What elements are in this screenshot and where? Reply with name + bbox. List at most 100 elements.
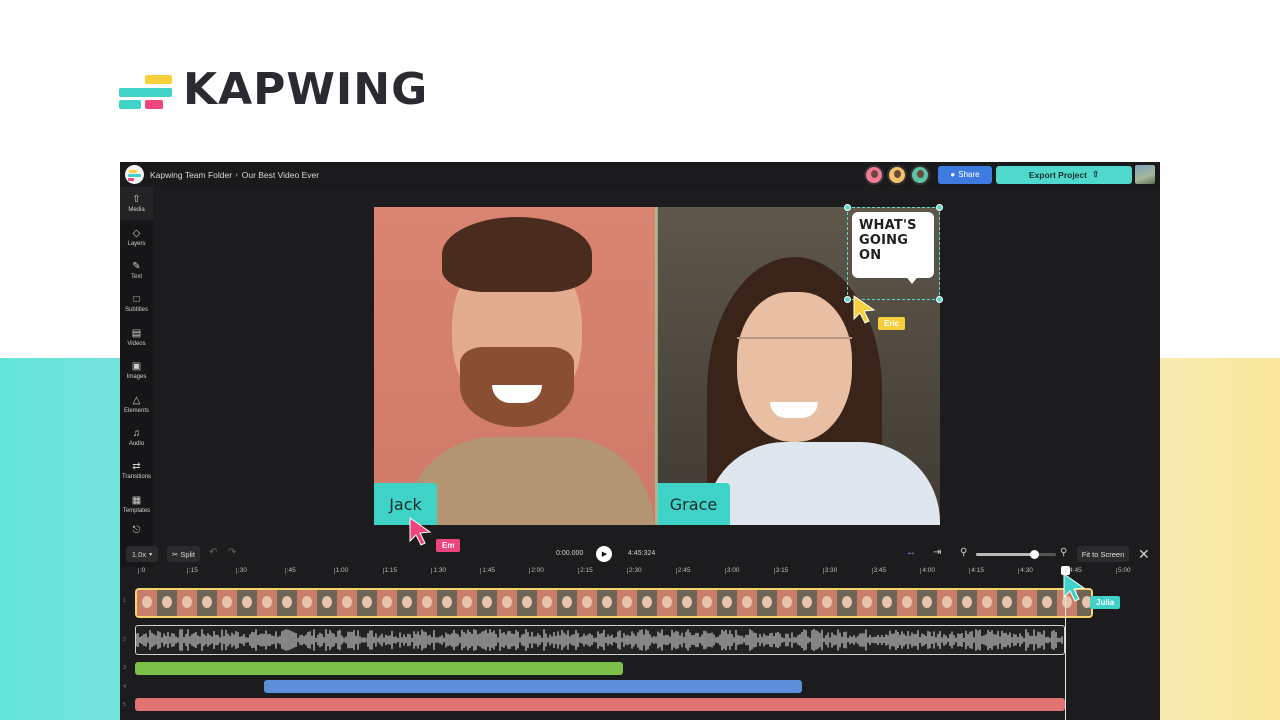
zoom-slider-knob[interactable] — [1029, 550, 1039, 559]
video-frame-thumbnail — [337, 590, 357, 616]
video-frame-thumbnail — [957, 590, 977, 616]
ruler-tick-label: 3:45 — [871, 567, 887, 574]
track-number: 4 — [123, 684, 127, 690]
sidebar-item-media[interactable]: ⇧ Media — [120, 187, 153, 221]
fit-width-icon[interactable]: ⇥ — [933, 547, 941, 558]
snap-icon[interactable]: ↔ — [906, 547, 916, 558]
video-frame-thumbnail — [597, 590, 617, 616]
collaborator-avatar[interactable] — [864, 164, 884, 185]
video-frame-thumbnail — [997, 590, 1017, 616]
export-icon: ⇧ — [1091, 169, 1100, 179]
video-frame-thumbnail — [157, 590, 177, 616]
video-frame-thumbnail — [917, 590, 937, 616]
sidebar-item-text[interactable]: ✎ Text — [120, 254, 153, 287]
ruler-tick-label: 2:15 — [578, 567, 593, 574]
close-timeline-icon[interactable]: ✕ — [1138, 546, 1150, 562]
name-tag-grace[interactable]: Grace — [657, 483, 730, 525]
collaborator-avatar[interactable] — [887, 164, 907, 185]
sidebar: ⇧ Media ◇ Layers ✎ Text □ Subtitles ▤ Vi… — [120, 187, 153, 567]
ruler-tick-label: 2:30 — [627, 567, 642, 574]
share-label: Share — [958, 170, 980, 179]
video-left-jack[interactable]: Jack — [374, 207, 657, 525]
breadcrumb-separator: › — [235, 170, 238, 179]
video-frame-thumbnail — [757, 590, 777, 616]
video-frame-thumbnail — [137, 590, 157, 616]
cursor-label-eric: Eric — [878, 317, 906, 330]
sidebar-item-layers[interactable]: ◇ Layers — [120, 220, 153, 253]
sidebar-item-transitions[interactable]: ⇄ Transitions — [120, 454, 153, 487]
video-frame-thumbnail — [657, 590, 677, 616]
sidebar-item-videos[interactable]: ▤ Videos — [120, 321, 153, 354]
video-frame-thumbnail — [637, 590, 657, 616]
sidebar-item-elements[interactable]: △ Elements — [120, 387, 153, 420]
team-folder-icon[interactable] — [125, 165, 144, 184]
fit-to-screen-button[interactable]: Fit to Screen — [1077, 546, 1129, 562]
track-number: 5 — [123, 702, 127, 708]
sidebar-label: Templates — [122, 507, 151, 514]
video-frame-thumbnail — [897, 590, 917, 616]
timeline-ruler[interactable]: :0:15:30:45 1:00 1:15 1:30 1:45 2:00 2:15 2:30 2… — [120, 567, 1160, 579]
resize-handle[interactable] — [844, 204, 851, 211]
video-frame-thumbnail — [417, 590, 437, 616]
video-frame-thumbnail — [257, 590, 277, 616]
video-frame-thumbnail — [317, 590, 337, 616]
audio-waveform — [136, 629, 1063, 651]
zoom-slider[interactable] — [976, 550, 1056, 559]
zoom-slider-fill — [976, 553, 1034, 556]
video-frame-thumbnail — [357, 590, 377, 616]
cursor-eric-icon — [853, 295, 876, 324]
redo-icon[interactable]: ↷ — [228, 547, 236, 558]
sidebar-item-plugins[interactable]: ⎋ — [120, 521, 153, 541]
breadcrumb-project[interactable]: Our Best Video Ever — [242, 170, 319, 180]
audio-waveform-track[interactable] — [135, 625, 1065, 655]
sidebar-item-images[interactable]: ▣ Images — [120, 354, 153, 387]
ruler-tick-label: 3:00 — [724, 567, 740, 574]
play-button[interactable]: ▶ — [596, 546, 612, 562]
export-project-button[interactable]: Export Project ⇧ — [996, 165, 1132, 184]
split-button[interactable]: ✂ Split — [167, 546, 200, 562]
ruler-tick-label: 3:15 — [773, 567, 789, 574]
sidebar-item-subtitles[interactable]: □ Subtitles — [120, 287, 153, 320]
top-bar: Kapwing Team Folder › Our Best Video Eve… — [120, 162, 1160, 187]
speech-bubble-tail — [904, 274, 920, 284]
blue-layer-clip[interactable] — [264, 680, 802, 693]
sidebar-label: Transitions — [121, 474, 152, 481]
video-frame-thumbnail — [297, 590, 317, 616]
sidebar-label: Subtitles — [124, 307, 148, 314]
project-thumbnail[interactable] — [1135, 165, 1155, 184]
logo-mark-icon — [119, 70, 173, 110]
ruler-tick-label: 4:00 — [920, 567, 936, 574]
undo-icon[interactable]: ↶ — [209, 547, 217, 558]
resize-handle[interactable] — [936, 296, 943, 303]
plug-icon: ⎋ — [132, 525, 141, 537]
sidebar-item-templates[interactable]: ▦ Templates — [120, 488, 153, 521]
video-frame-thumbnail — [777, 590, 797, 616]
green-layer-clip[interactable] — [135, 662, 623, 675]
speed-value: 1.0x — [131, 549, 147, 559]
sidebar-item-audio[interactable]: ♫ Audio — [120, 421, 153, 454]
breadcrumb-folder[interactable]: Kapwing Team Folder — [150, 170, 232, 180]
ruler-tick-label: :30 — [235, 567, 247, 574]
ruler-tick-label: :15 — [186, 567, 198, 574]
grace-jacket — [705, 442, 940, 525]
video-frame-thumbnail — [737, 590, 757, 616]
video-frame-thumbnail — [877, 590, 897, 616]
video-canvas[interactable]: Jack Grace WHAT'S GOING ON Eric Em — [374, 204, 943, 552]
split-label: Split — [180, 549, 195, 559]
bubble-line-1: WHAT'S — [859, 218, 917, 233]
speech-bubble[interactable]: WHAT'S GOING ON — [852, 212, 934, 278]
resize-handle[interactable] — [936, 204, 943, 211]
collaborator-avatar[interactable] — [910, 164, 930, 185]
zoom-out-icon[interactable]: ⚲ — [960, 547, 967, 558]
resize-handle[interactable] — [844, 296, 851, 303]
shapes-icon: △ — [132, 394, 141, 406]
video-frame-thumbnail — [437, 590, 457, 616]
zoom-in-icon[interactable]: ⚲ — [1060, 547, 1067, 558]
video-clip-track[interactable] — [135, 588, 1093, 618]
share-button[interactable]: ● Share — [938, 165, 992, 184]
cursor-label-julia: Julia — [1090, 596, 1121, 609]
red-layer-clip[interactable] — [135, 698, 1065, 711]
person-add-icon: ● — [950, 170, 956, 179]
speed-dropdown[interactable]: 1.0x ▾ — [126, 546, 158, 562]
split-divider[interactable] — [655, 207, 658, 525]
